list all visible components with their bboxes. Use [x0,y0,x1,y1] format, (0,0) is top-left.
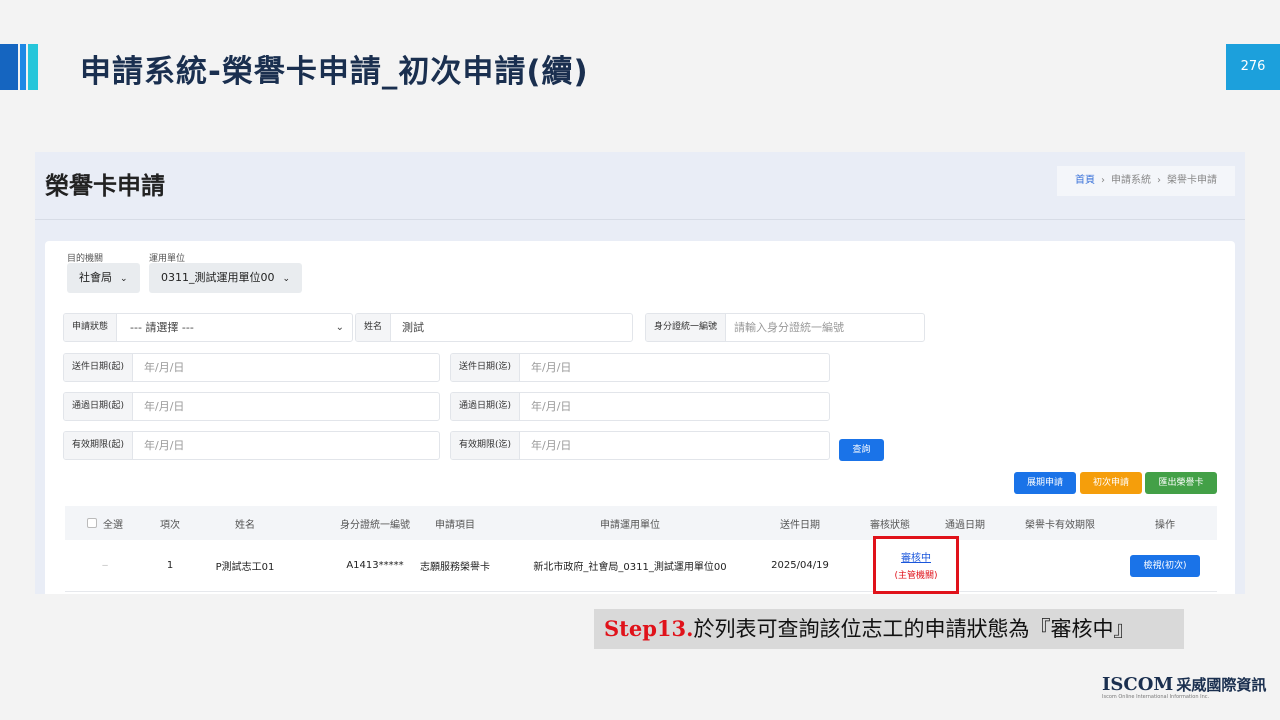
table-row: ‒ 1 P測試志工01 A1413***** 志願服務榮譽卡 新北市政府_社會局… [65,536,1217,594]
date-placeholder: 年/月/日 [144,400,185,413]
name-value: 測試 [402,321,424,334]
name-field[interactable]: 姓名 測試 [355,313,633,342]
logo-cn: 采威國際資訊 [1176,676,1267,694]
search-button[interactable]: 查詢 [839,439,884,461]
pass-date-end-input[interactable]: 通過日期(迄) 年/月/日 [450,392,830,421]
breadcrumb-separator: › [1101,175,1105,186]
id-label: 身分證統一編號 [646,314,727,341]
first-apply-button[interactable]: 初次申請 [1080,472,1142,494]
unit-select[interactable]: 0311_測試運用單位00 ⌄ [149,263,303,293]
select-all-label: 全選 [103,519,123,531]
row-send-date: 2025/04/19 [771,560,829,571]
id-placeholder: 請輸入身分證統一編號 [734,321,844,334]
pass-end-label: 通過日期(迄) [451,393,521,420]
date-placeholder: 年/月/日 [144,361,185,374]
send-date-end-input[interactable]: 送件日期(迄) 年/月/日 [450,353,830,382]
pass-start-label: 通過日期(起) [64,393,134,420]
step-text: 於列表可查詢該位志工的申請狀態為『審核中』 [693,617,1135,641]
agency-value: 社會局 [79,271,112,284]
accent-bar-light [28,44,38,90]
date-placeholder: 年/月/日 [531,400,572,413]
header-pass-date: 通過日期 [945,519,985,531]
header-unit: 申請運用單位 [600,519,660,531]
chevron-down-icon: ⌄ [282,274,291,284]
send-end-label: 送件日期(迄) [451,354,521,381]
send-date-start-input[interactable]: 送件日期(起) 年/月/日 [63,353,440,382]
header-name: 姓名 [235,519,255,531]
chevron-down-icon: ⌄ [335,322,344,333]
page-title: 榮譽卡申請 [45,172,165,200]
row-action-cell: 檢視(初次) [1125,540,1205,591]
breadcrumb-current: 榮譽卡申請 [1167,175,1217,186]
send-start-label: 送件日期(起) [64,354,134,381]
step-caption: Step13.於列表可查詢該位志工的申請狀態為『審核中』 [594,609,1184,649]
header-valid-until: 榮譽卡有效期限 [1025,519,1095,531]
company-logo: ISCOM 采威國際資訊 Iscom Online International I… [1102,674,1267,700]
unit-value: 0311_測試運用單位00 [161,271,275,284]
status-value: --- 請選擇 --- [130,321,194,334]
date-placeholder: 年/月/日 [531,361,572,374]
logo-en: Iscom Online International Information I… [1102,694,1210,700]
breadcrumb: 首頁 › 申請系統 › 榮譽卡申請 [1057,166,1235,196]
name-label: 姓名 [356,314,392,341]
valid-date-start-input[interactable]: 有效期限(起) 年/月/日 [63,431,440,460]
row-pass-date [935,540,995,591]
accent-bar-dark [0,44,18,90]
search-card: 目的機關 社會局 ⌄ 運用單位 0311_測試運用單位00 ⌄ 申請狀態 --- 請… [45,241,1235,594]
valid-date-end-input[interactable]: 有效期限(迄) 年/月/日 [450,431,830,460]
row-unit: 新北市政府_社會局_0311_測試運用單位00 [533,562,727,573]
breadcrumb-separator: › [1157,175,1161,186]
header-item: 申請項目 [435,519,475,531]
valid-end-label: 有效期限(迄) [451,432,521,459]
step-number: Step13. [604,616,694,641]
view-first-button[interactable]: 檢視(初次) [1130,554,1200,577]
pass-date-start-input[interactable]: 通過日期(起) 年/月/日 [63,392,440,421]
row-name: P測試志工01 [215,562,275,573]
row-index: 1 [166,560,174,571]
app-header: 榮譽卡申請 首頁 › 申請系統 › 榮譽卡申請 [35,152,1245,220]
date-placeholder: 年/月/日 [531,439,572,452]
select-all[interactable]: 全選 [75,506,135,540]
id-field[interactable]: 身分證統一編號 請輸入身分證統一編號 [645,313,925,342]
slide-title: 申請系統-榮譽卡申請_初次申請(續) [80,54,589,90]
status-label: 申請狀態 [64,314,118,341]
valid-start-label: 有效期限(起) [64,432,134,459]
app-screenshot: 榮譽卡申請 首頁 › 申請系統 › 榮譽卡申請 目的機關 社會局 ⌄ 運用單位 0311_… [35,152,1245,594]
page-number: 276 [1226,44,1280,90]
chevron-down-icon: ⌄ [120,274,128,284]
header-index: 項次 [160,519,180,531]
table-header: 全選 項次 姓名 身分證統一編號 申請項目 申請運用單位 送件日期 審核狀態 通… [65,506,1217,540]
header-operation: 操作 [1155,519,1175,531]
checkbox-icon[interactable] [87,518,97,528]
agency-select[interactable]: 社會局 ⌄ [67,263,140,293]
header-send-date: 送件日期 [780,519,820,531]
row-checkbox-empty[interactable]: ‒ [75,540,135,591]
breadcrumb-system[interactable]: 申請系統 [1111,175,1151,186]
logo-brand: ISCOM [1102,674,1174,695]
status-select[interactable]: 申請狀態 --- 請選擇 --- ⌄ [63,313,353,342]
breadcrumb-home[interactable]: 首頁 [1075,175,1095,186]
row-item: 志願服務榮譽卡 [420,562,490,573]
accent-bar-mid [20,44,26,90]
header-review-status: 審核狀態 [870,519,910,531]
date-placeholder: 年/月/日 [144,439,185,452]
export-card-button[interactable]: 匯出榮譽卡 [1145,472,1217,494]
row-valid-until [1010,540,1110,591]
renew-apply-button[interactable]: 展期申請 [1014,472,1076,494]
